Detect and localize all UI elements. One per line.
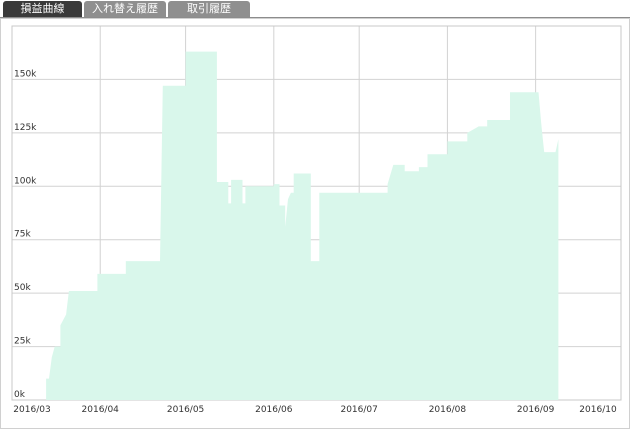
x-tick-label: 2016/05	[167, 405, 204, 415]
x-tick-label: 2016/08	[429, 405, 467, 415]
y-tick-label: 100k	[14, 176, 37, 186]
y-tick-label: 0k	[14, 390, 26, 400]
plot-area	[46, 51, 559, 400]
y-tick-label: 75k	[14, 230, 31, 240]
x-tick-label: 2016/10	[579, 405, 617, 415]
x-tick-label: 2016/09	[517, 405, 555, 415]
x-tick-label: 2016/03	[13, 405, 50, 415]
pnl-area-series	[46, 51, 559, 400]
x-tick-label: 2016/06	[255, 405, 293, 415]
y-tick-label: 50k	[14, 283, 31, 293]
y-tick-label: 150k	[14, 69, 37, 79]
x-tick-label: 2016/04	[82, 405, 120, 415]
pnl-chart: 0k 25k 50k 75k 100k 125k 150k 2016/03 2016/04 201…	[11, 25, 622, 415]
y-tick-label: 25k	[14, 337, 31, 347]
x-tick-label: 2016/07	[340, 405, 377, 415]
y-tick-label: 125k	[14, 123, 37, 133]
